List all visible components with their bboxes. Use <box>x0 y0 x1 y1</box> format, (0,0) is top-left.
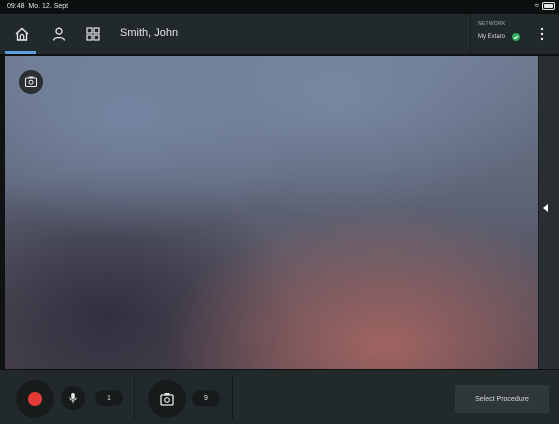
screenshot-icon <box>24 76 38 88</box>
capture-photo-button[interactable] <box>148 380 186 418</box>
network-value: My Extaro <box>478 34 506 40</box>
wifi-icon: ≈ <box>534 1 539 10</box>
camera-icon <box>160 393 174 406</box>
status-bar: 09:48 Mo. 12. Sept ≈ <box>0 0 559 14</box>
audio-count-badge: 1 <box>95 390 123 406</box>
grid-icon <box>86 27 100 41</box>
live-video-feed[interactable] <box>5 56 538 369</box>
record-button[interactable] <box>16 380 54 418</box>
bottom-control-bar: 1 9 Select Procedure <box>0 369 559 424</box>
battery-icon <box>542 2 555 10</box>
network-label: NETWORK <box>478 21 506 27</box>
more-vertical-icon <box>540 27 544 41</box>
home-icon <box>15 27 29 41</box>
more-options-button[interactable] <box>530 22 554 46</box>
apps-button[interactable] <box>81 22 105 46</box>
divider <box>134 374 135 420</box>
photo-count-badge: 9 <box>192 390 220 406</box>
top-navigation-bar: Smith, John NETWORK My Extaro <box>0 14 559 56</box>
microphone-button[interactable] <box>61 386 85 410</box>
divider <box>232 374 233 420</box>
select-procedure-button[interactable]: Select Procedure <box>455 385 549 413</box>
collapse-arrow-icon[interactable] <box>543 204 548 212</box>
user-icon <box>52 27 66 41</box>
microphone-icon <box>69 393 77 403</box>
home-button[interactable] <box>10 22 34 46</box>
side-panel-strip <box>538 56 559 369</box>
status-time: 09:48 Mo. 12. Sept <box>7 3 69 10</box>
check-circle-icon <box>512 33 520 41</box>
system-icons: ≈ <box>535 2 555 10</box>
record-icon <box>28 392 42 406</box>
user-button[interactable] <box>47 22 71 46</box>
network-status[interactable]: NETWORK My Extaro <box>470 14 527 54</box>
snapshot-button[interactable] <box>19 70 43 94</box>
patient-name: Smith, John <box>120 27 179 39</box>
active-tab-indicator <box>5 51 36 54</box>
